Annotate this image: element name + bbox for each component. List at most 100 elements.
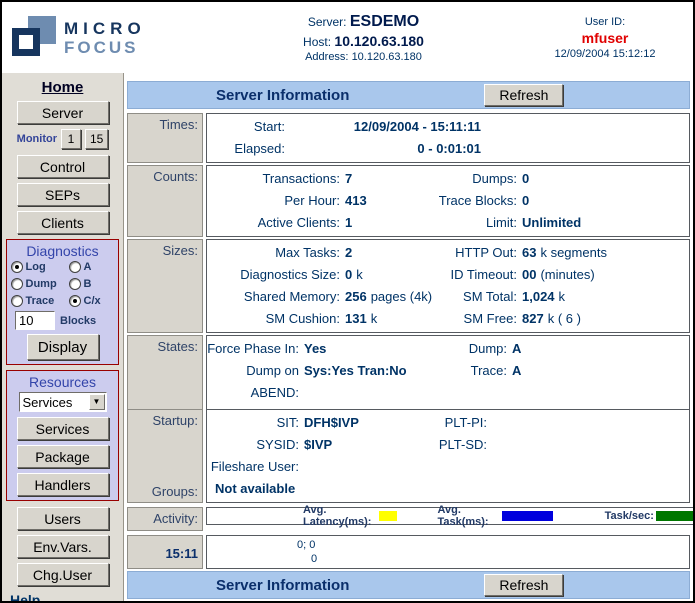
env-vars-button[interactable]: Env.Vars.: [17, 535, 109, 558]
start-time-line: Start: 12/09/2004 - 15:11:11: [207, 116, 689, 138]
radio-b-icon[interactable]: [69, 278, 81, 290]
sm-free-label: SM Free:: [464, 308, 517, 330]
blocks-input[interactable]: [15, 311, 55, 330]
display-button[interactable]: Display: [27, 334, 99, 360]
radio-trace-icon[interactable]: [11, 295, 23, 307]
monitor-15-button[interactable]: 15: [85, 129, 108, 149]
dropdown-arrow-icon[interactable]: ▼: [89, 394, 105, 410]
login-timestamp: 12/09/2004 15:12:12: [525, 48, 685, 60]
monitor-1-button[interactable]: 1: [61, 129, 81, 149]
home-link[interactable]: Home: [6, 79, 119, 96]
help-label: Help: [10, 592, 119, 601]
top-title-bar: Server Information Refresh: [127, 81, 690, 109]
startup-content: SIT: DFH$IVP PLT-PI: SYSID: $IVP PLT-SD:: [206, 409, 690, 503]
seps-button[interactable]: SEPs: [17, 183, 109, 206]
host-label: Host:: [303, 35, 331, 49]
app-window: MICRO FOCUS Server: ESDEMO Host: 10.120.…: [0, 0, 695, 603]
host-line: Host: 10.120.63.180: [202, 33, 525, 49]
radio-dump-icon[interactable]: [11, 278, 23, 290]
active-clients-value: 1: [345, 212, 352, 234]
sit-label: SIT:: [207, 412, 299, 434]
sizes-line-1: Max Tasks: 2 HTTP Out: 63k segments: [207, 242, 689, 264]
chg-user-button[interactable]: Chg.User: [17, 563, 109, 586]
logo-text: MICRO FOCUS: [64, 19, 146, 57]
package-button[interactable]: Package: [17, 445, 109, 468]
radio-option-dump[interactable]: Dump: [11, 278, 69, 290]
radio-option-cx[interactable]: C/x: [69, 295, 115, 307]
refresh-button-top[interactable]: Refresh: [484, 84, 563, 106]
activity-legend: Avg. Latency(ms): Avg. Task(ms): Task/se…: [206, 507, 693, 525]
trace-blocks-label: Trace Blocks:: [439, 190, 517, 212]
diagnostics-size-label: Diagnostics Size:: [207, 264, 340, 286]
page-title: Server Information: [216, 87, 349, 104]
user-id-value: mfuser: [525, 30, 685, 46]
users-button[interactable]: Users: [17, 507, 109, 530]
diagnostics-title: Diagnostics: [9, 243, 116, 259]
radio-log-icon[interactable]: [11, 261, 23, 273]
radio-option-log[interactable]: Log: [11, 261, 69, 273]
radio-option-a[interactable]: A: [69, 261, 115, 273]
dump-state-label: Dump:: [469, 338, 507, 360]
server-button[interactable]: Server: [17, 101, 109, 124]
services-button[interactable]: Services: [17, 417, 109, 440]
startup-line-1: SIT: DFH$IVP PLT-PI:: [207, 412, 689, 434]
elapsed-time-line: Elapsed: 0 - 0:01:01: [207, 138, 689, 160]
active-clients-label: Active Clients:: [207, 212, 340, 234]
clients-button[interactable]: Clients: [17, 211, 109, 234]
times-row: Times: Start: 12/09/2004 - 15:11:11 Elap…: [127, 113, 690, 161]
radio-option-b[interactable]: B: [69, 278, 115, 290]
times-content: Start: 12/09/2004 - 15:11:11 Elapsed: 0 …: [206, 113, 690, 163]
control-button[interactable]: Control: [17, 155, 109, 178]
sit-value: DFH$IVP: [304, 412, 359, 434]
page-header: MICRO FOCUS Server: ESDEMO Host: 10.120.…: [2, 2, 693, 73]
monitor-row: Monitor 1 15: [6, 129, 119, 149]
radio-trace-label: Trace: [26, 295, 55, 307]
states-line-2: Dump on ABEND: Sys:Yes Tran:No Trace: A: [207, 360, 689, 404]
startup-groups-label-cell: Startup: Groups:: [127, 409, 203, 503]
max-tasks-value: 2: [345, 242, 356, 264]
sm-cushion-label: SM Cushion:: [207, 308, 340, 330]
handlers-button[interactable]: Handlers: [17, 473, 109, 496]
limit-value: Unlimited: [522, 212, 581, 234]
activity-time-label: 15:11: [127, 535, 203, 569]
diagnostics-radio-group: Log A Dump B Trace: [9, 261, 116, 307]
main-content: Server Information Refresh Times: Start:…: [124, 73, 693, 601]
sm-total-value: 1,024k: [522, 286, 565, 308]
radio-cx-icon[interactable]: [69, 295, 81, 307]
tasksec-label: Task/sec:: [605, 510, 654, 522]
startup-line-3: Fileshare User:: [207, 456, 689, 478]
activity-time-row: 15:11 0; 0 0: [127, 535, 690, 567]
states-line-1: Force Phase In: Yes Dump: A: [207, 338, 689, 360]
trace-state-label: Trace:: [471, 360, 507, 404]
refresh-button-bottom[interactable]: Refresh: [484, 574, 563, 596]
radio-a-icon[interactable]: [69, 261, 81, 273]
address-line: Address: 10.120.63.180: [202, 51, 525, 63]
latency-label: Avg. Latency(ms):: [303, 504, 377, 528]
address-value: 10.120.63.180: [352, 51, 422, 63]
sm-cushion-value: 131k: [345, 308, 377, 330]
resources-panel: Resources Services ▼ Services Package Ha…: [6, 370, 119, 501]
dumps-label: Dumps:: [472, 168, 517, 190]
activity-row: Activity: Avg. Latency(ms): Avg. Task(ms…: [127, 507, 690, 531]
resources-dropdown[interactable]: Services ▼: [19, 392, 107, 412]
resources-title: Resources: [9, 374, 116, 390]
counts-line-1: Transactions: 7 Dumps: 0: [207, 168, 689, 190]
trace-blocks-value: 0: [522, 190, 529, 212]
start-label: Start:: [207, 116, 285, 138]
elapsed-value: 0 - 0:01:01: [285, 138, 481, 160]
bottom-title-bar: Server Information Refresh: [127, 571, 690, 599]
groups-label: Groups:: [128, 484, 198, 499]
legend-task: Avg. Task(ms):: [437, 504, 552, 528]
sizes-line-2: Diagnostics Size: 0k ID Timeout: 00(minu…: [207, 264, 689, 286]
radio-dump-label: Dump: [26, 278, 57, 290]
logo-line2: FOCUS: [64, 38, 146, 57]
startup-row: Startup: Groups: SIT: DFH$IVP PLT-PI: SY…: [127, 409, 690, 503]
dumps-value: 0: [522, 168, 529, 190]
activity-value-line1: 0; 0: [297, 538, 689, 552]
times-row-label: Times:: [127, 113, 203, 163]
http-out-label: HTTP Out:: [455, 242, 517, 264]
radio-option-trace[interactable]: Trace: [11, 295, 69, 307]
groups-value: Not available: [207, 478, 689, 500]
host-value: 10.120.63.180: [334, 33, 424, 49]
tasksec-swatch-icon: [656, 511, 693, 521]
